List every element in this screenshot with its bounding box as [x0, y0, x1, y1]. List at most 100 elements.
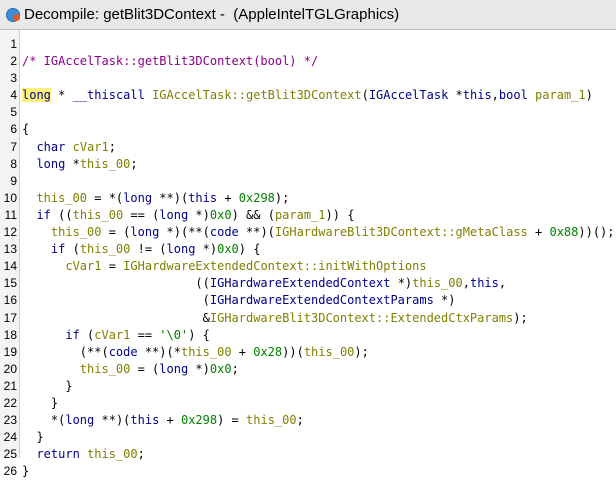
code-line[interactable]: 17 &IGHardwareBlit3DContext::ExtendedCtx…: [0, 310, 616, 327]
code-token[interactable]: =: [101, 259, 123, 273]
code-token[interactable]: (: [22, 293, 210, 307]
code-token[interactable]: [22, 157, 36, 171]
code-token[interactable]: *(: [22, 413, 65, 427]
code-text[interactable]: cVar1 = IGHardwareExtendedContext::initW…: [22, 258, 426, 275]
code-token[interactable]: = *(: [87, 191, 123, 205]
code-line[interactable]: 16 (IGHardwareExtendedContextParams *): [0, 292, 616, 309]
code-token[interactable]: this: [463, 88, 492, 102]
code-token[interactable]: IGHardwareBlit3DContext::gMetaClass: [275, 225, 528, 239]
code-token[interactable]: code: [210, 225, 239, 239]
code-text[interactable]: (IGHardwareExtendedContextParams *): [22, 292, 456, 309]
code-text[interactable]: }: [22, 463, 29, 480]
code-text[interactable]: return this_00;: [22, 446, 144, 463]
code-token[interactable]: [65, 140, 72, 154]
code-line[interactable]: 25 return this_00;: [0, 446, 616, 463]
code-token[interactable]: this_00: [181, 345, 232, 359]
code-text[interactable]: *(long **)(this + 0x298) = this_00;: [22, 412, 304, 429]
code-token[interactable]: code: [109, 345, 138, 359]
code-token[interactable]: this_00: [36, 191, 87, 205]
code-token[interactable]: (: [80, 328, 94, 342]
code-line[interactable]: 26}: [0, 463, 616, 480]
code-line[interactable]: 7 char cVar1;: [0, 139, 616, 156]
code-line[interactable]: 10 this_00 = *(long **)(this + 0x298);: [0, 190, 616, 207]
code-token[interactable]: *): [188, 208, 209, 222]
code-token[interactable]: ;: [232, 362, 239, 376]
code-token[interactable]: this_00: [80, 362, 131, 376]
code-token[interactable]: = (: [130, 362, 160, 376]
code-line[interactable]: 6{: [0, 121, 616, 138]
code-token[interactable]: this_00: [246, 413, 297, 427]
code-token[interactable]: [528, 88, 535, 102]
code-text[interactable]: long *this_00;: [22, 156, 137, 173]
code-token[interactable]: ))(: [282, 345, 304, 359]
code-line[interactable]: 2 /* IGAccelTask::getBlit3DContext(bool) …: [0, 53, 616, 70]
code-token[interactable]: long: [159, 208, 188, 222]
code-line[interactable]: 21 }: [0, 378, 616, 395]
code-token[interactable]: [22, 140, 36, 154]
code-text[interactable]: }: [22, 395, 58, 412]
code-token[interactable]: ): [586, 88, 593, 102]
code-token[interactable]: *: [51, 88, 73, 102]
code-token[interactable]: __thiscall: [73, 88, 145, 102]
code-token[interactable]: );: [354, 345, 368, 359]
code-text[interactable]: this_00 = (long *)(**(code **)(IGHardwar…: [22, 224, 615, 241]
code-token[interactable]: param_1: [275, 208, 326, 222]
code-token[interactable]: +: [232, 345, 254, 359]
code-token[interactable]: 0x0: [210, 362, 232, 376]
code-token[interactable]: ,: [499, 276, 506, 290]
code-token[interactable]: char: [36, 140, 65, 154]
code-token[interactable]: long: [159, 362, 188, 376]
code-token[interactable]: = (: [101, 225, 131, 239]
code-token[interactable]: /* IGAccelTask::getBlit3DContext(bool) *…: [22, 54, 318, 68]
code-line[interactable]: 12 this_00 = (long *)(**(code **)(IGHard…: [0, 224, 616, 241]
code-token[interactable]: IGAccelTask::getBlit3DContext: [152, 88, 362, 102]
code-token[interactable]: (: [362, 88, 369, 102]
code-token[interactable]: +: [217, 191, 239, 205]
code-token[interactable]: if: [65, 328, 79, 342]
code-line[interactable]: 18 if (cVar1 == '\0') {: [0, 327, 616, 344]
code-token[interactable]: *: [65, 157, 80, 171]
code-text[interactable]: this_00 = *(long **)(this + 0x298);: [22, 190, 289, 207]
code-line[interactable]: 22 }: [0, 395, 616, 412]
code-token[interactable]: *): [195, 242, 217, 256]
code-token[interactable]: IGHardwareExtendedContext: [210, 276, 391, 290]
code-token[interactable]: this_00: [87, 447, 138, 461]
code-token[interactable]: );: [275, 191, 289, 205]
code-line[interactable]: 1: [0, 36, 616, 53]
code-token[interactable]: [22, 447, 36, 461]
code-token[interactable]: ;: [297, 413, 304, 427]
code-token[interactable]: [22, 362, 80, 376]
code-token[interactable]: [22, 225, 51, 239]
code-token[interactable]: this: [130, 413, 159, 427]
code-token[interactable]: this_00: [304, 345, 355, 359]
code-token[interactable]: long: [130, 225, 159, 239]
code-editor[interactable]: 1 2 /* IGAccelTask::getBlit3DContext(bool)…: [0, 30, 616, 478]
code-text[interactable]: char cVar1;: [22, 139, 116, 156]
code-token[interactable]: ;: [109, 140, 116, 154]
code-token[interactable]: **)(: [239, 225, 275, 239]
code-token[interactable]: IGAccelTask: [369, 88, 448, 102]
code-token[interactable]: ) && (: [232, 208, 275, 222]
code-token[interactable]: 0x298: [181, 413, 217, 427]
code-token[interactable]: ,: [463, 276, 470, 290]
code-token[interactable]: return: [36, 447, 79, 461]
code-token[interactable]: }: [22, 430, 43, 444]
code-token[interactable]: param_1: [535, 88, 586, 102]
code-token[interactable]: this: [188, 191, 217, 205]
code-token[interactable]: ,: [492, 88, 499, 102]
code-token[interactable]: {: [22, 122, 29, 136]
code-token[interactable]: ;: [130, 157, 137, 171]
window-titlebar[interactable]: Decompile: getBlit3DContext - (AppleInte…: [0, 0, 616, 30]
code-token[interactable]: 0x0: [217, 242, 239, 256]
code-token[interactable]: **)(*: [138, 345, 181, 359]
code-text[interactable]: long * __thiscall IGAccelTask::getBlit3D…: [22, 87, 593, 104]
code-token[interactable]: *): [434, 293, 455, 307]
code-line[interactable]: 14 cVar1 = IGHardwareExtendedContext::in…: [0, 258, 616, 275]
code-token[interactable]: +: [528, 225, 550, 239]
code-text[interactable]: (**(code **)(*this_00 + 0x28))(this_00);: [22, 344, 369, 361]
code-token[interactable]: 0x0: [210, 208, 232, 222]
code-token[interactable]: 0x298: [239, 191, 275, 205]
code-text[interactable]: if ((this_00 == (long *)0x0) && (param_1…: [22, 207, 354, 224]
code-token[interactable]: ((: [22, 276, 209, 290]
code-token[interactable]: long: [167, 242, 196, 256]
